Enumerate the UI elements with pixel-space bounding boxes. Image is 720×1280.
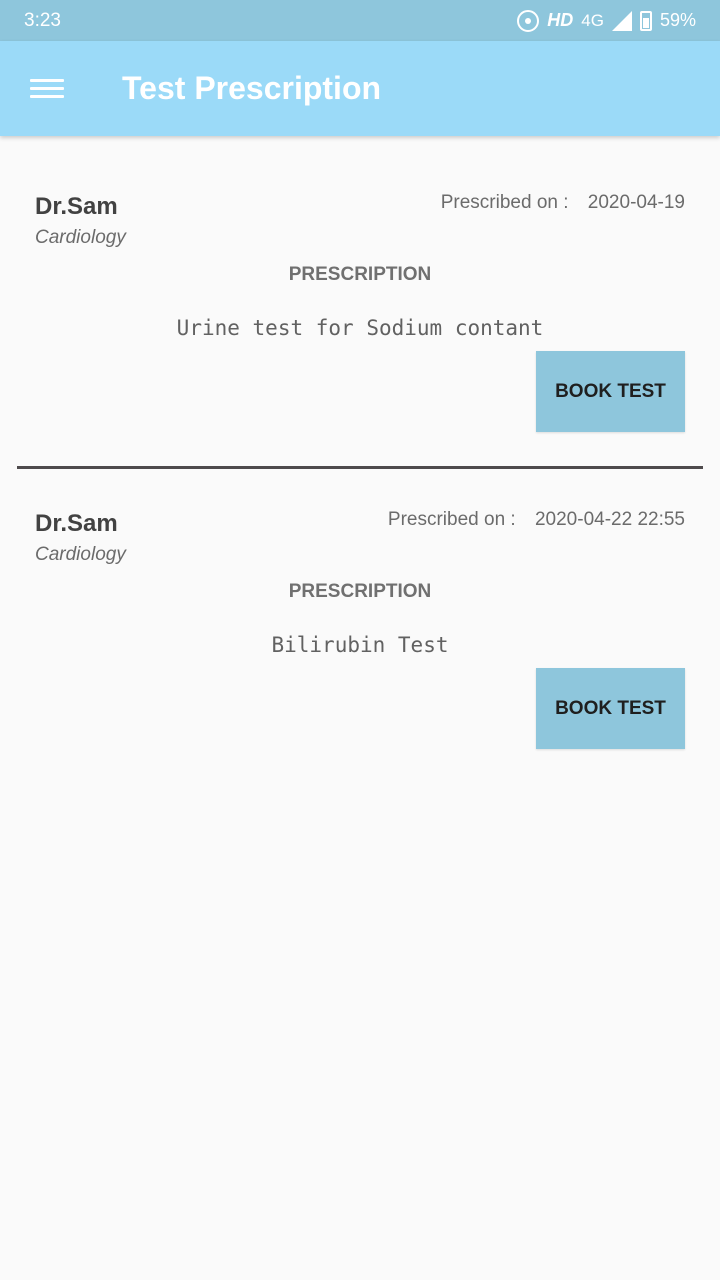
prescribed-test: Bilirubin Test [271,633,449,657]
prescription-heading: PRESCRIPTION [288,581,432,602]
page-title: Test Prescription [122,70,382,106]
doctor-name: Dr.Sam [35,193,118,220]
prescription-heading: PRESCRIPTION [288,264,432,285]
battery-icon [639,10,652,31]
prescribed-on: Prescribed on : 2020-04-19 [441,192,685,214]
prescription-card: Dr.Sam Cardiology Prescribed on : 2020-0… [0,136,720,469]
prescribed-on: Prescribed on : 2020-04-22 22:55 [388,509,685,531]
signal-icon [611,10,632,31]
status-network: 4G [581,10,604,30]
prescribed-test: Urine test for Sodium contant [176,316,544,340]
status-icons: HD 4G 59% [517,9,696,32]
prescribed-date: 2020-04-22 22:55 [534,509,685,530]
doctor-name: Dr.Sam [35,510,118,537]
status-time: 3:23 [24,9,61,31]
prescribed-date: 2020-04-19 [587,192,685,213]
doctor-department: Cardiology [35,227,126,248]
prescribed-on-label: Prescribed on : [387,509,516,530]
status-bar: 3:23 HD 4G 59% [0,0,720,41]
hamburger-menu-icon[interactable] [30,77,64,101]
book-test-button[interactable]: BOOK TEST [536,351,685,432]
book-test-button[interactable]: BOOK TEST [536,668,685,749]
prescribed-on-label: Prescribed on : [440,192,569,213]
prescription-list: Dr.Sam Cardiology Prescribed on : 2020-0… [0,136,720,788]
doctor-department: Cardiology [35,544,126,565]
battery-level: 59% [659,10,696,30]
hotspot-icon [517,9,540,32]
status-hd: HD [547,10,574,30]
app-bar: Test Prescription [0,41,720,136]
prescription-card: Dr.Sam Cardiology Prescribed on : 2020-0… [0,468,720,788]
